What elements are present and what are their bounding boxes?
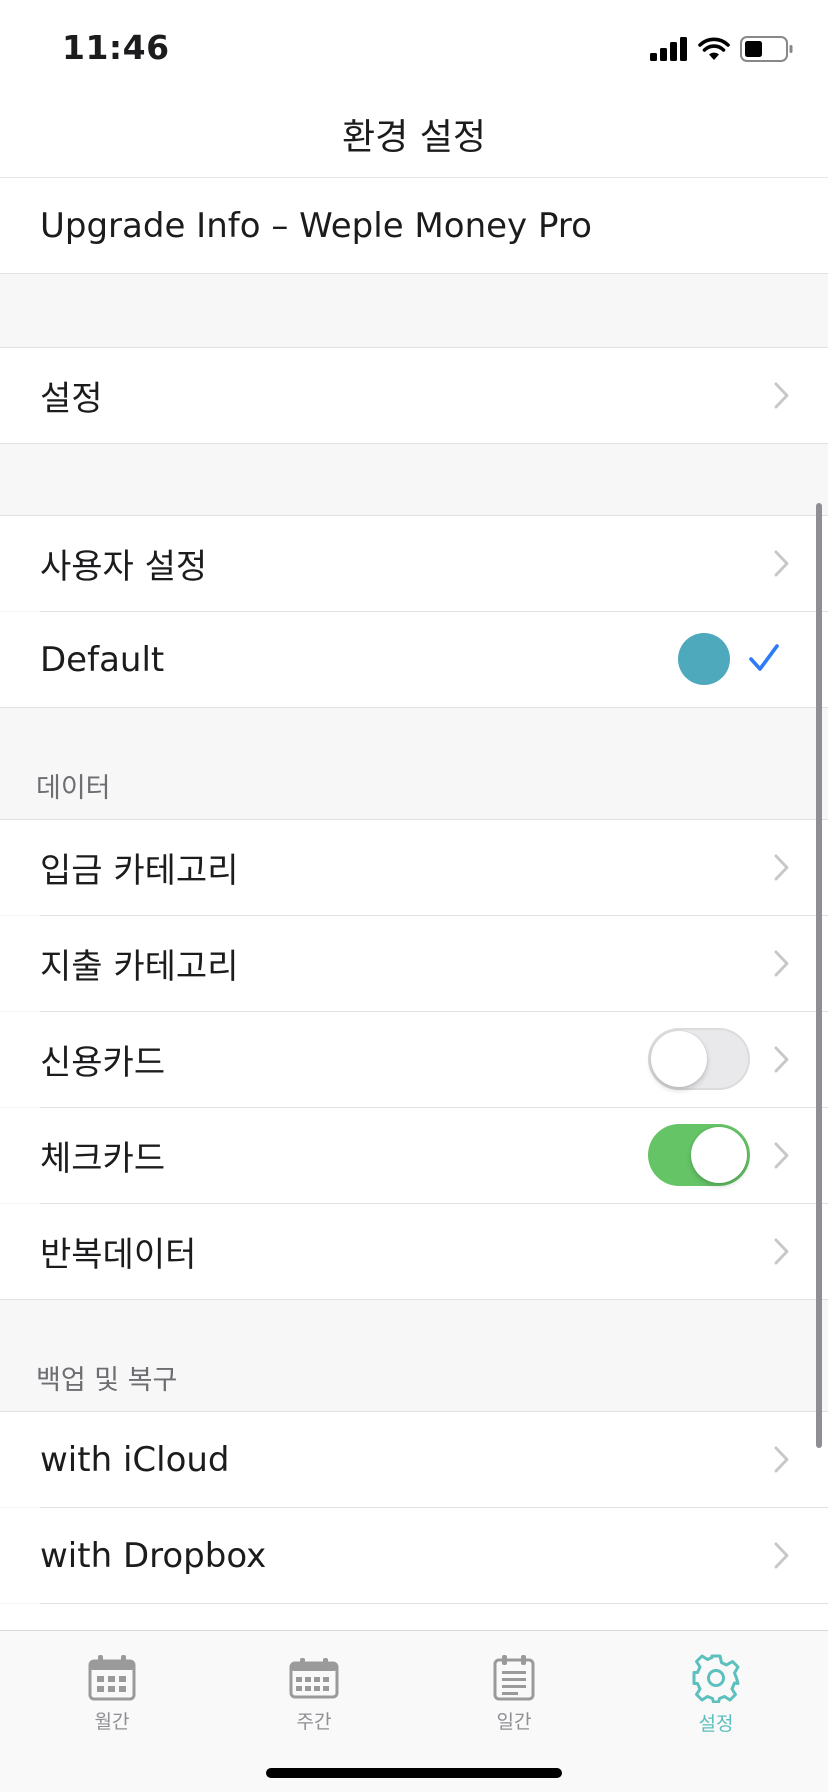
icloud-backup-row[interactable]: with iCloud <box>0 1412 828 1507</box>
default-theme-label: Default <box>40 639 165 680</box>
icloud-backup-label: with iCloud <box>40 1439 230 1480</box>
tab-weekly[interactable]: 주간 <box>254 1653 374 1734</box>
tab-settings[interactable]: 설정 <box>656 1653 776 1736</box>
settings-row[interactable]: 설정 <box>0 348 828 443</box>
chevron-right-icon <box>774 1446 789 1473</box>
credit-card-row[interactable]: 신용카드 <box>0 1012 828 1107</box>
calendar-week-icon <box>289 1658 339 1699</box>
user-settings-row[interactable]: 사용자 설정 <box>0 516 828 611</box>
chevron-right-icon <box>774 854 789 881</box>
calendar-month-icon <box>88 1655 136 1701</box>
status-icons <box>650 34 794 64</box>
status-bar: 11:46 <box>0 0 828 96</box>
chevron-right-icon <box>774 1542 789 1569</box>
upgrade-info-row[interactable]: Upgrade Info – Weple Money Pro <box>0 178 828 273</box>
cellular-signal-icon <box>650 37 687 61</box>
tab-monthly[interactable]: 월간 <box>52 1653 172 1734</box>
battery-icon <box>740 36 793 62</box>
scrollbar[interactable] <box>816 503 822 1448</box>
chevron-right-icon <box>774 950 789 977</box>
dropbox-backup-row[interactable]: with Dropbox <box>0 1508 828 1603</box>
income-category-label: 입금 카테고리 <box>40 851 239 891</box>
recurring-data-row[interactable]: 반복데이터 <box>0 1204 828 1299</box>
user-settings-label: 사용자 설정 <box>40 547 208 587</box>
check-card-row[interactable]: 체크카드 <box>0 1108 828 1203</box>
settings-label: 설정 <box>40 379 103 419</box>
income-category-row[interactable]: 입금 카테고리 <box>0 820 828 915</box>
tab-daily-label: 일간 <box>496 1711 532 1733</box>
page-title: 환경 설정 <box>342 117 486 158</box>
settings-list[interactable]: Upgrade Info – Weple Money Pro 설정 사용자 설정… <box>0 178 828 1630</box>
chevron-right-icon <box>774 550 789 577</box>
section-header-data: 데이터 <box>36 773 111 804</box>
expense-category-row[interactable]: 지출 카테고리 <box>0 916 828 1011</box>
navigation-bar: 환경 설정 <box>0 96 828 178</box>
dropbox-backup-label: with Dropbox <box>40 1535 267 1576</box>
chevron-right-icon <box>774 1046 789 1073</box>
theme-color-swatch <box>678 633 730 685</box>
checkmark-icon <box>749 644 779 671</box>
gear-icon <box>692 1654 740 1703</box>
wifi-icon <box>698 37 730 60</box>
tab-bar: 월간 주간 일간 설정 <box>0 1630 828 1792</box>
divider <box>0 1299 828 1300</box>
chevron-right-icon <box>774 1142 789 1169</box>
recurring-data-label: 반복데이터 <box>40 1235 197 1275</box>
next-row[interactable] <box>0 1604 828 1630</box>
tab-weekly-label: 주간 <box>296 1711 332 1733</box>
divider <box>0 273 828 274</box>
tab-daily[interactable]: 일간 <box>454 1653 574 1734</box>
chevron-right-icon <box>774 1238 789 1265</box>
credit-card-label: 신용카드 <box>40 1043 166 1083</box>
check-card-label: 체크카드 <box>40 1139 166 1179</box>
calendar-day-icon <box>493 1655 535 1701</box>
check-card-toggle[interactable] <box>648 1124 750 1186</box>
home-indicator[interactable] <box>266 1768 562 1778</box>
divider <box>0 443 828 444</box>
divider <box>0 707 828 708</box>
chevron-right-icon <box>774 382 789 409</box>
expense-category-label: 지출 카테고리 <box>40 947 239 987</box>
credit-card-toggle[interactable] <box>648 1028 750 1090</box>
tab-monthly-label: 월간 <box>94 1711 130 1733</box>
screen: 11:46 환경 설정 Upgrade Info – Weple Money P… <box>0 0 828 1792</box>
toggle-knob <box>691 1127 747 1183</box>
upgrade-info-label: Upgrade Info – Weple Money Pro <box>40 205 592 246</box>
toggle-knob <box>651 1031 707 1087</box>
tab-settings-label: 설정 <box>698 1713 734 1735</box>
section-header-backup: 백업 및 복구 <box>36 1365 178 1396</box>
default-theme-row[interactable]: Default <box>0 612 828 707</box>
status-time: 11:46 <box>62 28 170 67</box>
